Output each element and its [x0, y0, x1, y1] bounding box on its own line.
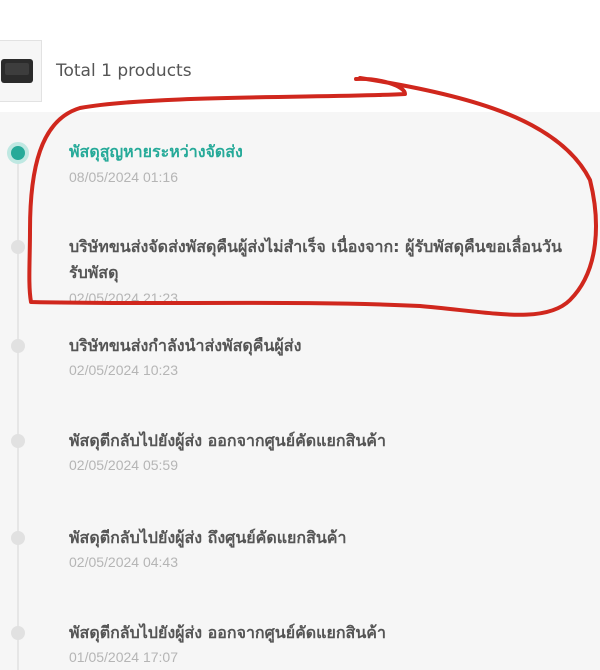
timeline-dot: [11, 240, 25, 254]
speaker-image: [1, 59, 33, 83]
tracking-page: Total 1 products พัสดุสูญหายระหว่างจัดส่…: [0, 0, 600, 670]
event-time: 02/05/2024 10:23: [69, 362, 178, 378]
event-title: บริษัทขนส่งกำลังนำส่งพัสดุคืนผู้ส่ง: [69, 336, 302, 355]
timeline-dot-active: [7, 142, 29, 164]
event-time: 02/05/2024 21:23: [69, 290, 178, 306]
product-count-label: Total 1 products: [56, 61, 192, 81]
event-time: 08/05/2024 01:16: [69, 169, 178, 185]
event-title: พัสดุตีกลับไปยังผู้ส่ง ถึงศูนย์คัดแยกสิน…: [69, 528, 347, 547]
event-time: 02/05/2024 04:43: [69, 554, 178, 570]
timeline-dot: [11, 339, 25, 353]
product-thumbnail[interactable]: [0, 40, 42, 102]
event-title: พัสดุสูญหายระหว่างจัดส่ง: [69, 142, 243, 161]
event-time: 02/05/2024 05:59: [69, 457, 178, 473]
timeline-line: [17, 150, 19, 670]
tracking-timeline: [0, 112, 600, 670]
timeline-dot: [11, 531, 25, 545]
event-time: 01/05/2024 17:07: [69, 649, 178, 665]
event-title: พัสดุตีกลับไปยังผู้ส่ง ออกจากศูนย์คัดแยก…: [69, 623, 386, 642]
event-title: บริษัทขนส่งจัดส่งพัสดุคืนผู้ส่งไม่สำเร็จ…: [69, 237, 562, 282]
top-band: [0, 0, 600, 40]
timeline-dot: [11, 434, 25, 448]
timeline-dot: [11, 626, 25, 640]
event-title: พัสดุตีกลับไปยังผู้ส่ง ออกจากศูนย์คัดแยก…: [69, 431, 386, 450]
